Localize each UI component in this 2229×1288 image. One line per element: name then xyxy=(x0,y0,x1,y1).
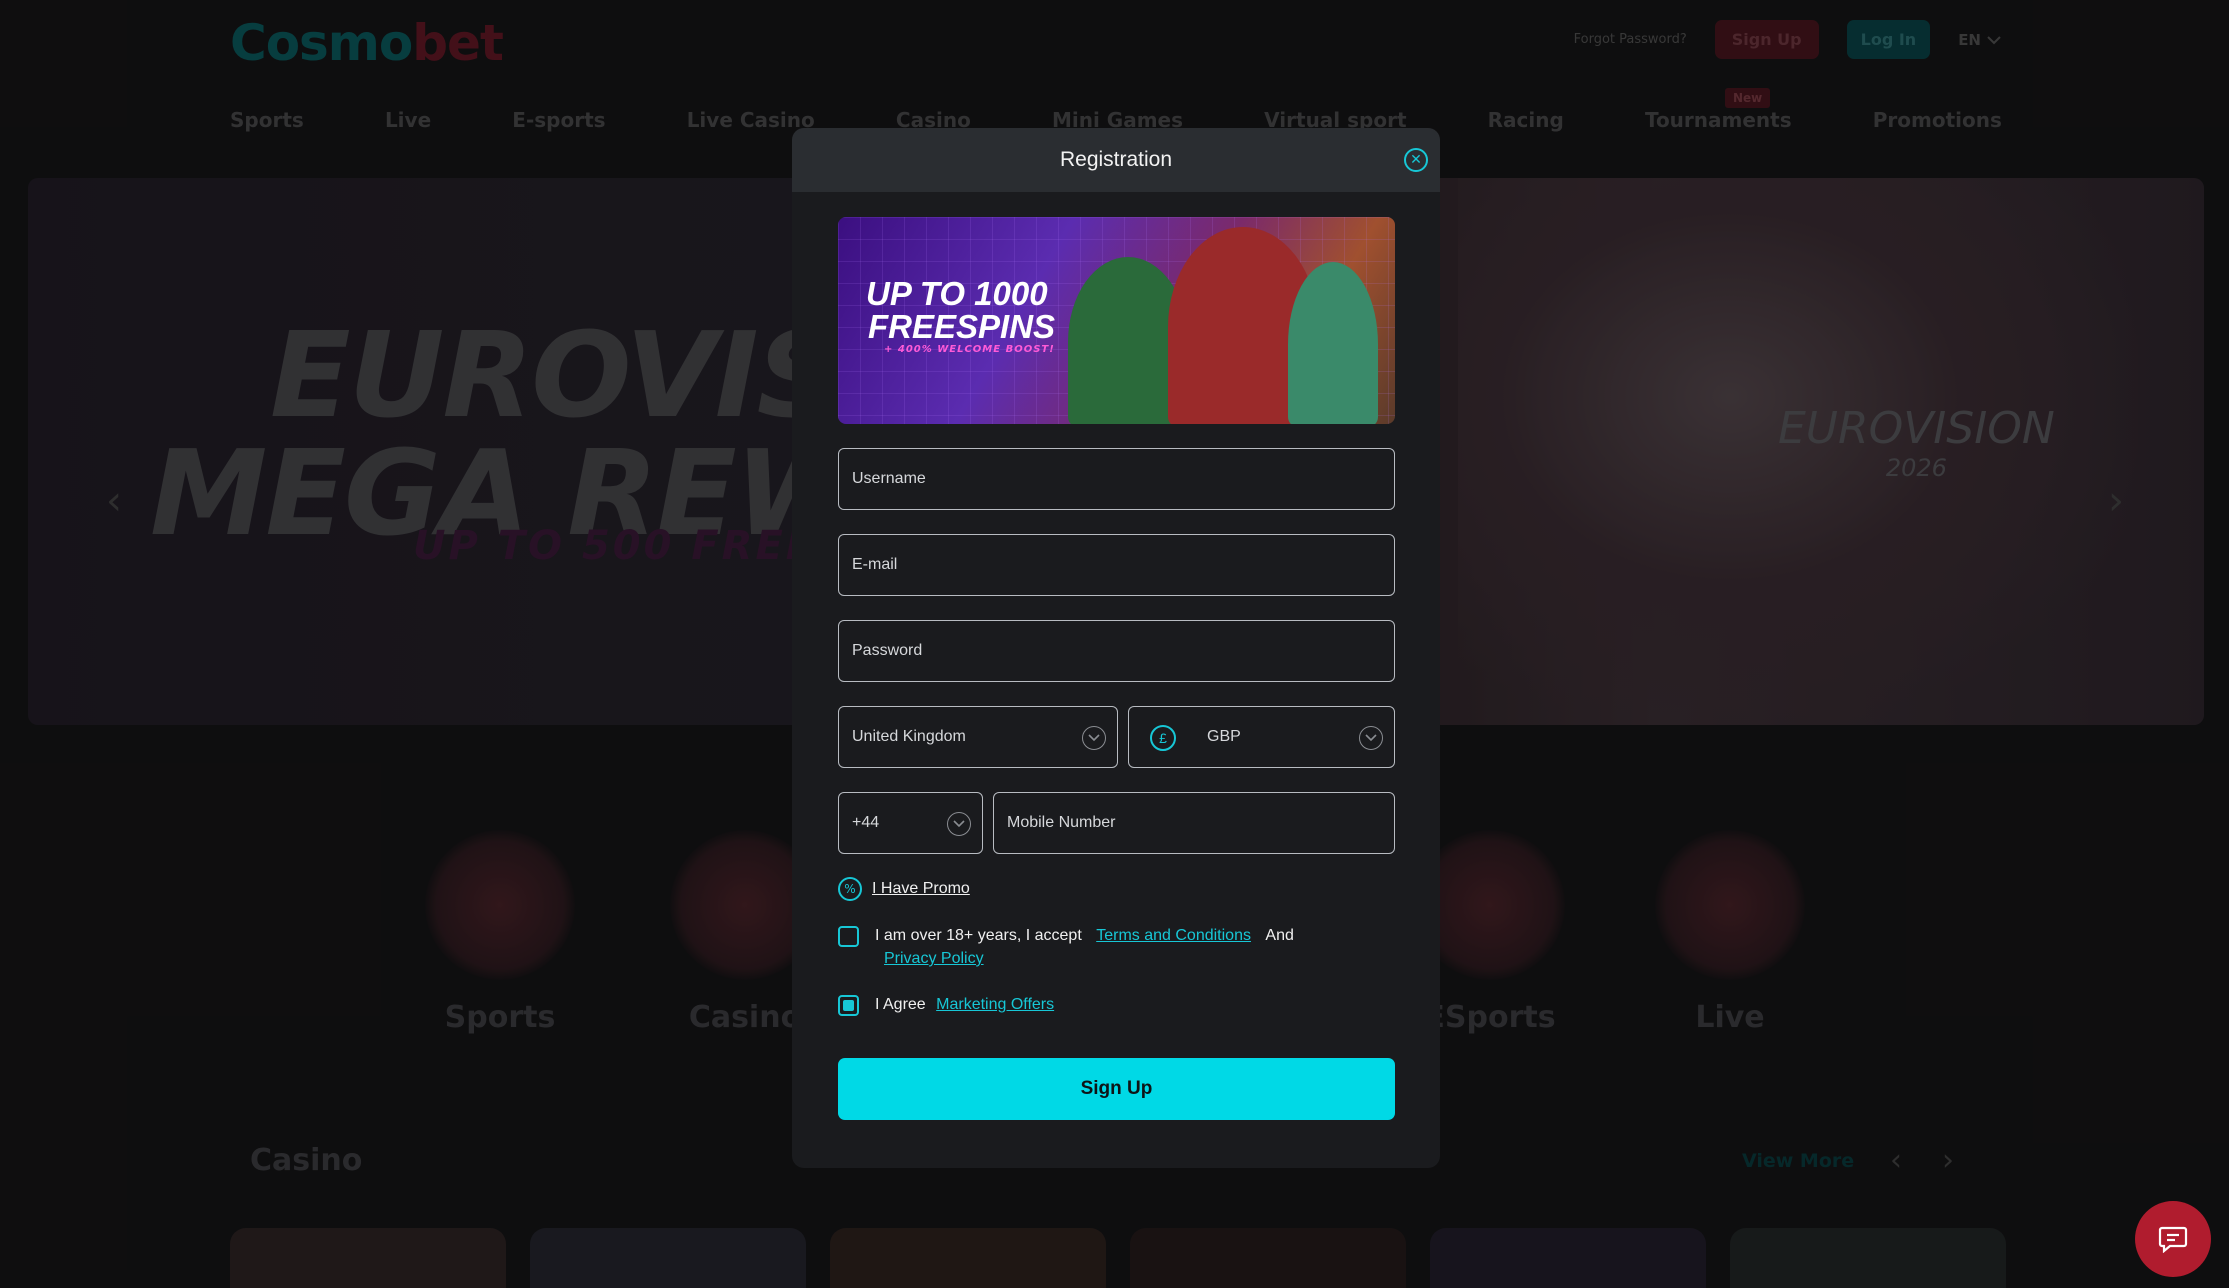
chat-icon xyxy=(2158,1226,2188,1253)
chevron-down-icon xyxy=(947,812,971,836)
marketing-text: I Agree Marketing Offers xyxy=(875,996,1055,1013)
email-field[interactable]: E-mail xyxy=(838,534,1395,596)
promo-banner: UP TO 1000 FREESPINS + 400% WELCOME BOOS… xyxy=(838,217,1395,424)
pound-icon: £ xyxy=(1150,725,1176,751)
marketing-checkbox[interactable] xyxy=(838,995,859,1016)
modal-title: Registration xyxy=(1059,148,1173,171)
close-icon[interactable]: ✕ xyxy=(1404,148,1428,172)
age-terms-checkbox[interactable] xyxy=(838,926,859,947)
username-field[interactable]: Username xyxy=(838,448,1395,510)
chevron-down-icon xyxy=(1082,726,1106,750)
chat-button[interactable] xyxy=(2135,1201,2211,1277)
terms-link[interactable]: Terms and Conditions xyxy=(1096,927,1251,944)
chevron-down-icon xyxy=(1359,726,1383,750)
modal-header: Registration ✕ xyxy=(792,128,1440,192)
age-terms-text: I am over 18+ years, I accept Terms and … xyxy=(875,927,1294,944)
promo-subline: + 400% WELCOME BOOST! xyxy=(884,344,1055,355)
registration-modal: Registration ✕ UP TO 1000 FREESPINS + 40… xyxy=(792,128,1440,1168)
country-select[interactable]: United Kingdom xyxy=(838,706,1118,768)
privacy-line: Privacy Policy xyxy=(884,950,984,968)
promo-headline-1: UP TO 1000 xyxy=(866,275,1048,312)
sign-up-submit-button[interactable]: Sign Up xyxy=(838,1058,1395,1120)
marketing-offers-link[interactable]: Marketing Offers xyxy=(936,996,1054,1013)
password-field[interactable]: Password xyxy=(838,620,1395,682)
have-promo-toggle[interactable]: % I Have Promo xyxy=(838,877,970,901)
promo-code-icon: % xyxy=(838,877,862,901)
currency-select[interactable]: £ GBP xyxy=(1128,706,1395,768)
mage-figure xyxy=(1288,262,1378,424)
mobile-number-field[interactable]: Mobile Number xyxy=(993,792,1395,854)
privacy-policy-link[interactable]: Privacy Policy xyxy=(884,950,984,967)
phone-code-select[interactable]: +44 xyxy=(838,792,983,854)
promo-headline-2: FREESPINS xyxy=(868,308,1056,345)
